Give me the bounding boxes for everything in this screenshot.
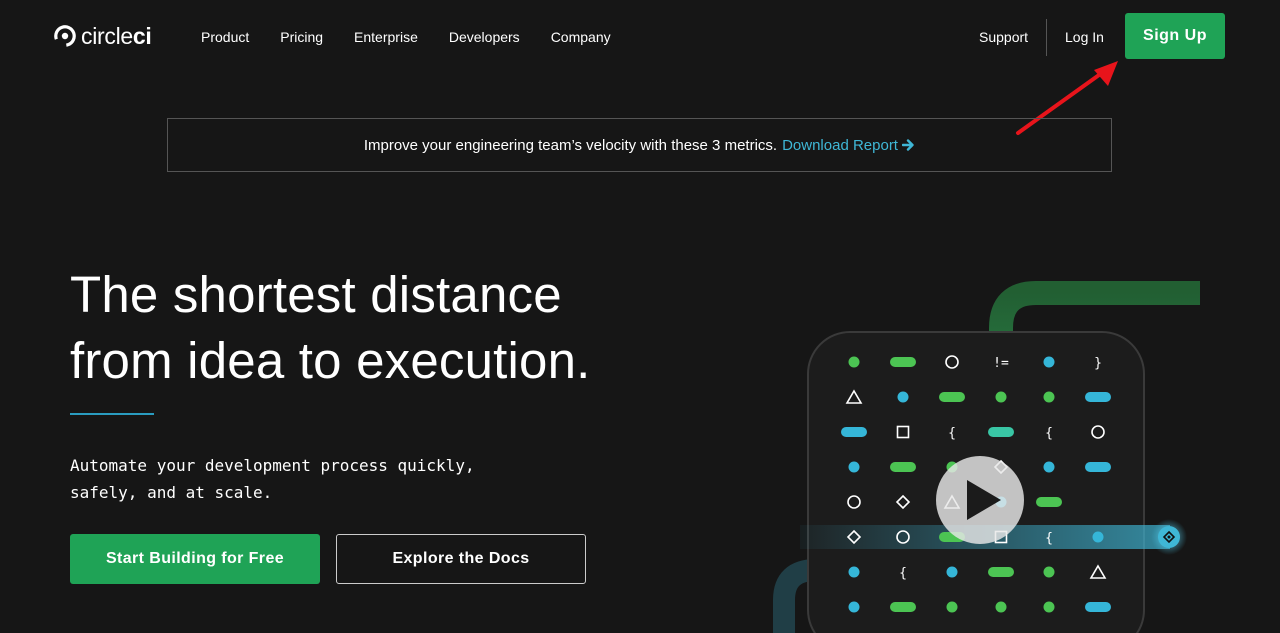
grid-symbol-dotblue [848,566,860,578]
hero-accent-rule [70,413,154,415]
nav-link-developers[interactable]: Developers [449,29,520,45]
hero-subtitle-line-2: safely, and at scale. [70,483,273,502]
grid-symbol-pillgreen [988,567,1014,577]
grid-symbol-pillblue [1085,462,1111,472]
nav-links: Product Pricing Enterprise Developers Co… [201,29,642,45]
grid-symbol-: != [993,356,1009,371]
nav-divider [1046,19,1047,56]
explore-docs-button[interactable]: Explore the Docs [336,534,586,584]
hero-subtitle: Automate your development process quickl… [70,452,590,506]
nav-link-pricing[interactable]: Pricing [280,29,323,45]
grid-symbol-dotblue [1092,531,1104,543]
grid-symbol-dotgreen [1043,601,1055,613]
signup-button[interactable]: Sign Up [1125,13,1225,59]
hero-title: The shortest distance from idea to execu… [70,262,591,394]
promo-banner: Improve your engineering team’s velocity… [167,118,1112,172]
download-report-link[interactable]: Download Report [782,137,915,154]
grid-symbol-: } [1094,356,1102,371]
grid-symbol-pillblue [1085,392,1111,402]
grid-symbol-: { [899,566,907,581]
circleci-logo[interactable]: circleci [54,23,152,49]
start-building-button[interactable]: Start Building for Free [70,534,320,584]
grid-symbol-pillblue [1085,602,1111,612]
hero-title-line-2: from idea to execution. [70,332,591,389]
nav-link-product[interactable]: Product [201,29,249,45]
grid-symbol-pillblue [841,427,867,437]
hero-title-line-1: The shortest distance [70,266,562,323]
grid-symbol-: { [1045,426,1053,441]
grid-symbol-pillteal [988,427,1014,437]
grid-symbol-dotblue [1043,461,1055,473]
grid-symbol-dotblue [848,461,860,473]
login-link[interactable]: Log In [1065,29,1104,45]
grid-symbol-dotgreen [946,601,958,613]
circleci-logo-icon [54,25,76,47]
grid-symbol-dotblue [897,391,909,403]
grid-symbol-: { [948,426,956,441]
arrow-right-icon [901,138,914,151]
grid-symbol-dotgreen [1043,391,1055,403]
grid-symbol-pillgreen [1036,497,1062,507]
grid-symbol-dotblue [1043,356,1055,368]
grid-symbol-: { [1045,531,1053,546]
grid-symbol-dotgreen [995,601,1007,613]
grid-symbol-dotgreen [995,391,1007,403]
grid-symbol-pillgreen [890,602,916,612]
grid-symbol-pillgreen [890,462,916,472]
grid-symbol-pillgreen [890,357,916,367]
download-report-label: Download Report [782,136,898,154]
support-link[interactable]: Support [979,29,1028,45]
logo-wordmark: circleci [81,23,152,49]
nav-link-enterprise[interactable]: Enterprise [354,29,418,45]
grid-symbol-dotgreen [1043,566,1055,578]
pipeline-illustration: !=} { { { { [773,281,1200,633]
hero-subtitle-line-1: Automate your development process quickl… [70,456,475,475]
grid-symbol-dotblue [946,566,958,578]
banner-text: Improve your engineering team’s velocity… [363,136,778,154]
grid-symbol-dotblue [848,601,860,613]
grid-symbol-dotgreen [848,356,860,368]
nav-link-company[interactable]: Company [551,29,611,45]
grid-symbol-pillgreen [939,392,965,402]
